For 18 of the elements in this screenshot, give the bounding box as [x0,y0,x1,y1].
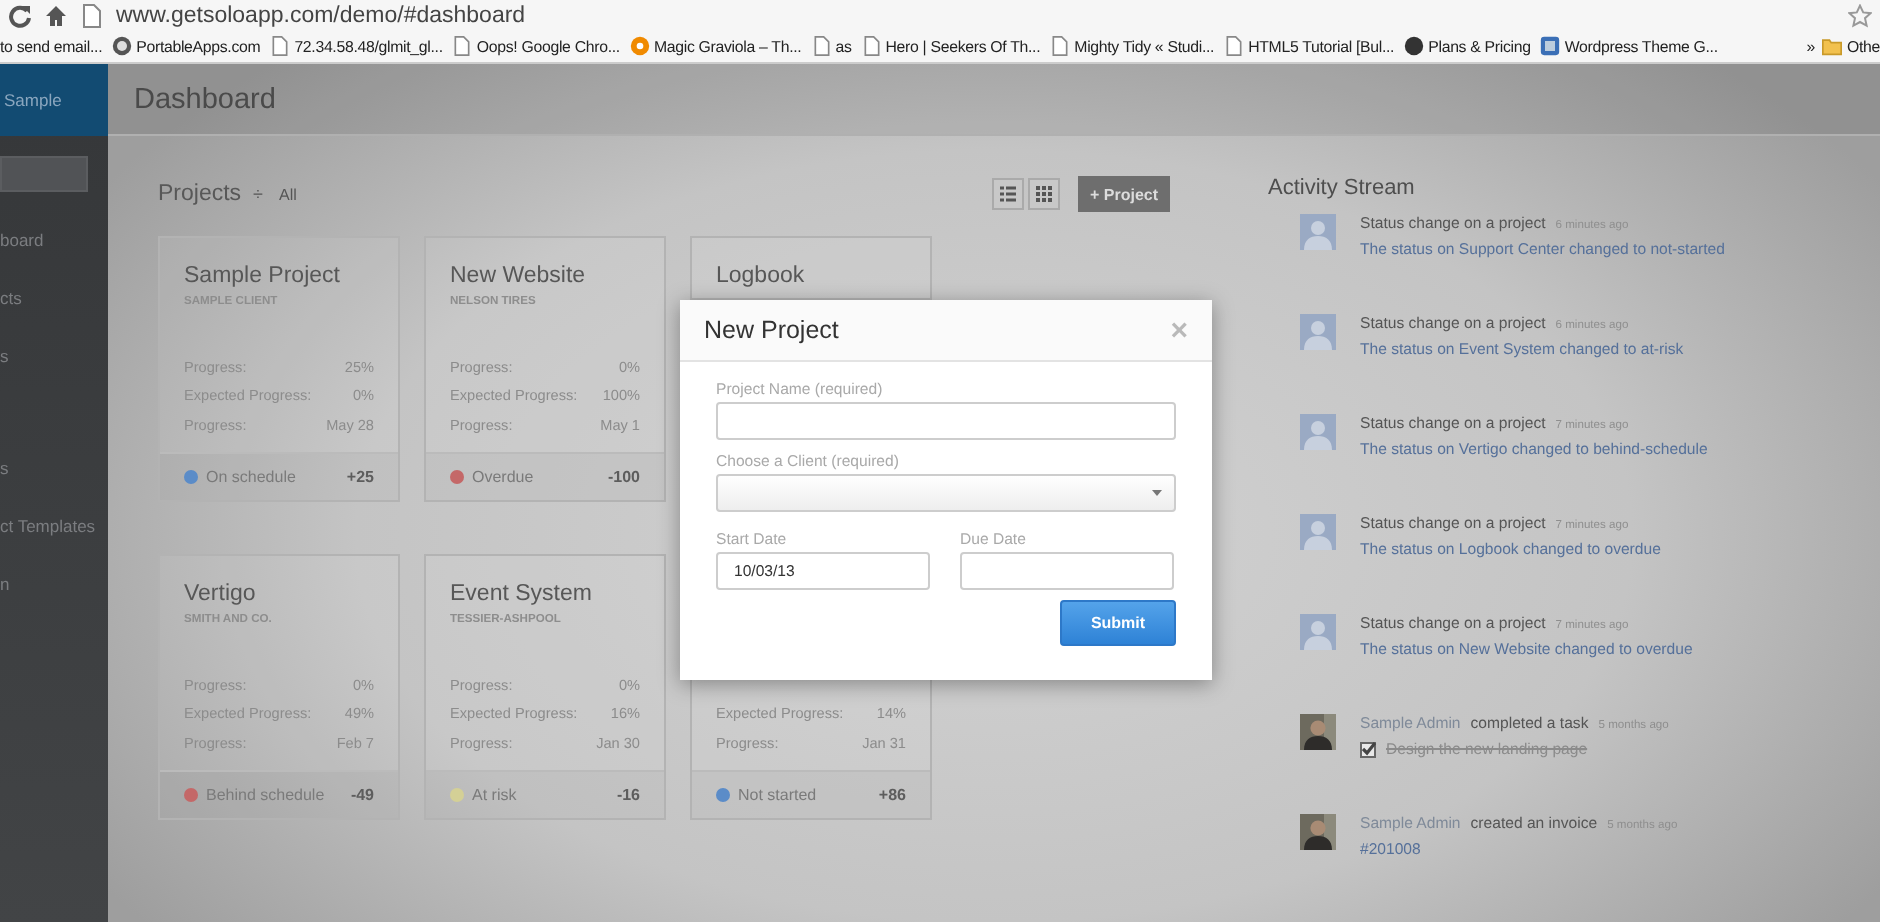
section-title: Activity Stream [1268,176,1417,200]
project-name: Sample Project [184,264,342,288]
status-label: At risk [472,786,517,804]
project-name: New Website [450,264,588,288]
project-name: Event System [450,582,594,606]
status-label: Overdue [472,468,534,486]
schedule-delta: -49 [350,786,374,804]
schedule-delta: -100 [607,468,640,486]
section-title: Projects [158,182,242,206]
status-label: Not started [738,786,817,804]
status-label: On schedule [206,468,296,486]
schedule-delta: -16 [616,786,640,804]
dialog-title: New Project [704,316,839,344]
schedule-delta: +86 [878,786,906,804]
page-title: Dashboard [134,83,276,115]
schedule-delta: +25 [346,468,374,486]
project-name: Logbook [716,264,807,288]
project-name: Vertigo [184,582,258,606]
